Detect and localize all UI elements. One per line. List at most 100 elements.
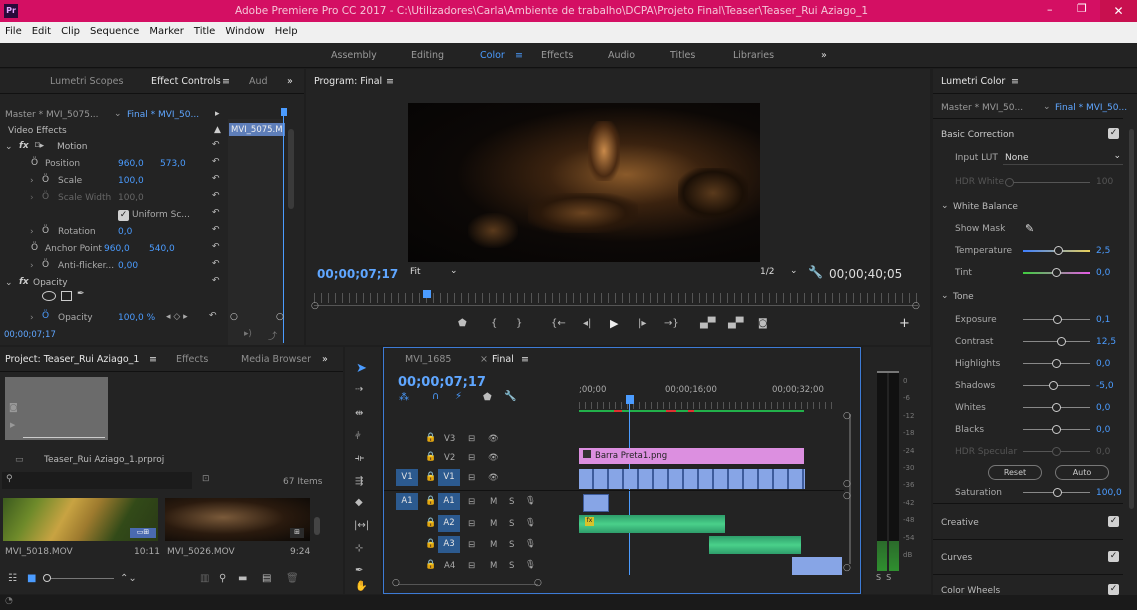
shadows-slider[interactable] — [1049, 381, 1058, 390]
minimize-icon[interactable]: – — [1047, 3, 1053, 16]
position-x-value[interactable]: 960,0 — [118, 159, 144, 169]
panel-menu-icon[interactable]: ≡ — [149, 354, 157, 365]
sync-lock-icon[interactable]: ⊟ — [468, 434, 475, 444]
workspace-assembly[interactable]: Assembly — [331, 50, 377, 61]
curves-checkbox[interactable]: ✓ — [1108, 551, 1119, 562]
lock-icon[interactable]: 🔒 — [425, 452, 436, 462]
panel-menu-icon[interactable]: ≡ — [521, 354, 529, 365]
new-item-icon[interactable]: ▤ — [262, 573, 271, 584]
solo-buttons[interactable]: S S — [876, 573, 891, 582]
tab-media-browser[interactable]: Media Browser — [241, 354, 311, 365]
tab-project[interactable]: Project: Teaser_Rui Aziago_1 — [5, 354, 139, 365]
lumetri-master-clip[interactable]: Master * MVI_50... — [941, 103, 1023, 113]
workspace-titles[interactable]: Titles — [670, 50, 695, 61]
solo-button[interactable]: S — [509, 561, 514, 571]
tint-slider[interactable] — [1052, 268, 1061, 277]
timeline-vertical-scroll[interactable] — [849, 414, 851, 564]
panel-menu-icon[interactable]: ≡ — [1011, 76, 1019, 87]
track-target-v1[interactable]: V1 — [438, 469, 460, 486]
pen-mask-icon[interactable]: ✒ — [77, 289, 85, 299]
tab-overflow[interactable]: » — [287, 76, 293, 87]
ec-timecode[interactable]: 00;00;07;17 — [4, 330, 56, 340]
tint-value[interactable]: 0,0 — [1096, 268, 1110, 278]
reset-icon[interactable]: ↶ — [212, 259, 220, 269]
eye-icon[interactable]: 👁 — [488, 473, 499, 483]
zoom-handle-left[interactable]: ○ — [392, 578, 400, 588]
sort-icon[interactable]: ⌃⌄ — [120, 573, 137, 584]
menu-help[interactable]: Help — [270, 22, 303, 37]
track-target-a1[interactable]: A1 — [438, 493, 460, 510]
icon-view-icon[interactable]: ■ — [27, 573, 36, 584]
microphone-icon[interactable]: 🎙 — [525, 518, 536, 528]
solo-button[interactable]: S — [509, 540, 514, 550]
menu-window[interactable]: Window — [220, 22, 269, 37]
settings-wrench-icon[interactable]: 🔧 — [808, 265, 823, 279]
ripple-edit-tool-icon[interactable]: ⇹ — [355, 408, 363, 419]
tab-effect-controls[interactable]: Effect Controls — [151, 76, 221, 87]
tab-program[interactable]: Program: Final — [314, 76, 382, 87]
new-bin-from-search-icon[interactable]: ⊡ — [202, 474, 210, 484]
play-icon[interactable]: ▶ — [610, 317, 618, 330]
program-scrub-bar[interactable] — [314, 293, 918, 303]
menu-marker[interactable]: Marker — [144, 22, 189, 37]
menu-edit[interactable]: Edit — [27, 22, 56, 37]
media-thumbnail[interactable]: ▭⊞ — [3, 498, 158, 541]
rolling-edit-tool-icon[interactable]: ⫩ — [355, 431, 361, 442]
filter-icon[interactable]: ▸⟩ — [244, 329, 252, 339]
go-to-in-icon[interactable]: {← — [551, 318, 566, 329]
keyframe-icon[interactable]: ○ — [230, 312, 238, 322]
zoom-handle-right[interactable]: ○ — [912, 301, 920, 311]
tab-lumetri-scopes[interactable]: Lumetri Scopes — [50, 76, 123, 87]
workspace-overflow[interactable]: » — [821, 50, 827, 61]
stopwatch-icon[interactable]: Ö — [42, 175, 49, 185]
ec-scrollbar[interactable] — [288, 129, 294, 209]
project-scrollbar[interactable] — [314, 517, 320, 535]
nest-icon[interactable]: ⁂ — [399, 392, 409, 403]
sync-lock-icon[interactable]: ⊟ — [468, 453, 475, 463]
new-bin-icon[interactable]: ▬ — [238, 573, 247, 584]
reset-icon[interactable]: ↶ — [212, 242, 220, 252]
chevron-down-icon[interactable]: ⌄ — [114, 109, 122, 119]
extract-icon[interactable]: ▄▀ — [728, 318, 743, 329]
source-patch-a1[interactable]: A1 — [396, 493, 418, 510]
sync-lock-icon[interactable]: ⊟ — [468, 540, 475, 550]
tab-lumetri-color[interactable]: Lumetri Color — [941, 76, 1005, 87]
lumetri-scrollbar[interactable] — [1129, 129, 1134, 509]
track-target-a2[interactable]: A2 — [438, 515, 460, 532]
timeline-clip-audio-a2[interactable]: fx — [579, 515, 725, 533]
menu-sequence[interactable]: Sequence — [85, 22, 144, 37]
tab-sequence-mvi-1685[interactable]: MVI_1685 — [405, 354, 451, 365]
timeline-horizontal-scroll[interactable] — [398, 584, 538, 585]
whites-value[interactable]: 0,0 — [1096, 403, 1110, 413]
menu-title[interactable]: Title — [189, 22, 220, 37]
zoom-handle-left[interactable]: ○ — [311, 301, 319, 311]
basic-correction-checkbox[interactable]: ✓ — [1108, 128, 1119, 139]
input-lut-dropdown[interactable]: None ⌄ — [1003, 150, 1123, 165]
stopwatch-icon[interactable]: Ö — [31, 243, 38, 253]
lock-icon[interactable]: 🔒 — [425, 433, 436, 443]
program-playhead[interactable] — [423, 290, 431, 298]
lock-icon[interactable]: 🔒 — [425, 496, 436, 506]
lumetri-sequence-clip[interactable]: Final * MVI_50... — [1055, 103, 1127, 113]
blacks-value[interactable]: 0,0 — [1096, 425, 1110, 435]
zoom-handle-mid[interactable]: ○ — [843, 491, 851, 501]
blacks-slider[interactable] — [1052, 425, 1061, 434]
white-balance-heading[interactable]: White Balance — [953, 202, 1018, 212]
reset-button[interactable]: Reset — [988, 465, 1042, 480]
list-view-icon[interactable]: ☷ — [8, 573, 17, 584]
resolution-dropdown[interactable]: 1/2 ⌄ — [760, 266, 810, 281]
camera-icon[interactable]: ◙ — [758, 318, 768, 329]
zoom-slider[interactable] — [44, 578, 114, 579]
tab-effects[interactable]: Effects — [176, 354, 208, 365]
contrast-value[interactable]: 12,5 — [1096, 337, 1116, 347]
exposure-slider[interactable] — [1053, 315, 1062, 324]
add-marker-icon[interactable]: ⬟ — [458, 318, 467, 329]
microphone-icon[interactable]: 🎙 — [525, 560, 536, 570]
scroll-up-icon[interactable]: ▲ — [214, 125, 221, 135]
workspace-libraries[interactable]: Libraries — [733, 50, 774, 61]
saturation-slider[interactable] — [1053, 488, 1062, 497]
sync-lock-icon[interactable]: ⊟ — [468, 519, 475, 529]
add-button-icon[interactable]: + — [899, 316, 910, 331]
exposure-value[interactable]: 0,1 — [1096, 315, 1110, 325]
scale-value[interactable]: 100,0 — [118, 176, 144, 186]
